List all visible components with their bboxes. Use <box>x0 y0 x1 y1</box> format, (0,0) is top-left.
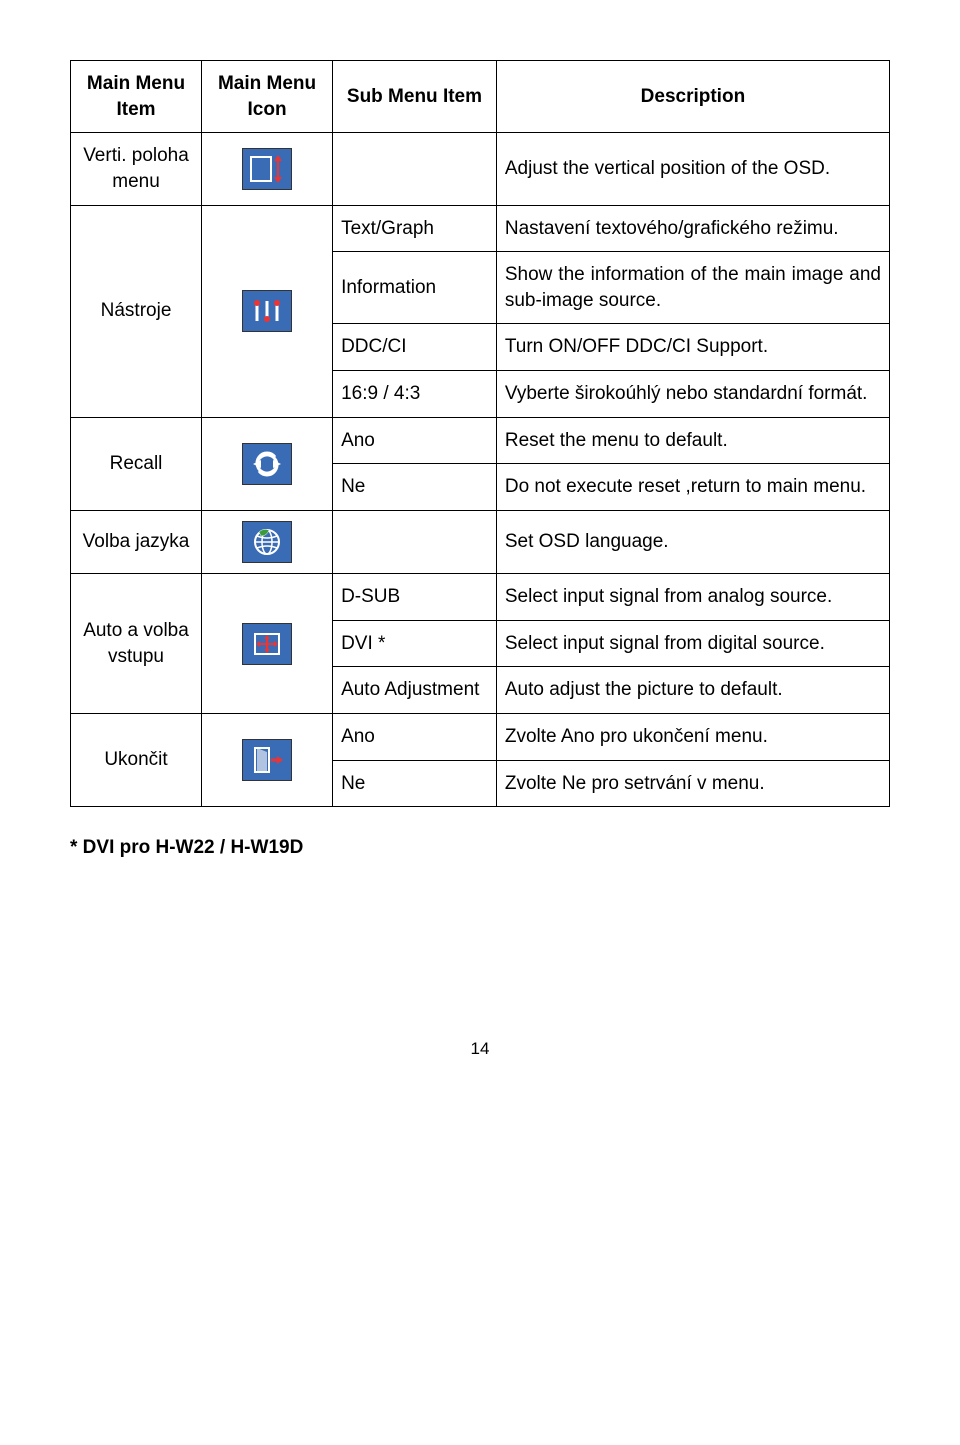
ukoncit-ano-sub: Ano <box>333 713 497 760</box>
auto-adjust-icon <box>242 623 292 665</box>
volba-item: Volba jazyka <box>71 511 202 574</box>
verti-desc: Adjust the vertical position of the OSD. <box>496 133 889 205</box>
recall-icon <box>242 443 292 485</box>
table-row: Volba jazyka Set OSD language. <box>71 511 890 574</box>
table-row: Ukončit Ano Zvolte Ano pro ukončení menu… <box>71 713 890 760</box>
recall-icon-cell <box>202 417 333 510</box>
textgraph-desc: Nastavení textového/grafického režimu. <box>496 205 889 252</box>
information-desc: Show the information of the main image a… <box>496 252 889 324</box>
dvi-sub: DVI * <box>333 620 497 667</box>
ukoncit-item: Ukončit <box>71 713 202 806</box>
aspect-desc: Vyberte širokoúhlý nebo standardní formá… <box>496 371 889 418</box>
ddcci-sub: DDC/CI <box>333 324 497 371</box>
autoadj-sub: Auto Adjustment <box>333 667 497 714</box>
col-header-description: Description <box>496 61 889 133</box>
nastroje-item: Nástroje <box>71 205 202 417</box>
volba-sub <box>333 511 497 574</box>
ukoncit-ne-desc: Zvolte Ne pro setrvání v menu. <box>496 760 889 807</box>
dsub-sub: D-SUB <box>333 574 497 621</box>
exit-icon <box>242 739 292 781</box>
col-header-main-icon: Main Menu Icon <box>202 61 333 133</box>
ukoncit-ne-sub: Ne <box>333 760 497 807</box>
nastroje-icon-cell <box>202 205 333 417</box>
aspect-sub: 16:9 / 4:3 <box>333 371 497 418</box>
verti-item: Verti. poloha menu <box>71 133 202 205</box>
footnote-text: * DVI pro H-W22 / H-W19D <box>70 837 890 859</box>
table-header-row: Main Menu Item Main Menu Icon Sub Menu I… <box>71 61 890 133</box>
recall-ano-sub: Ano <box>333 417 497 464</box>
volba-icon-cell <box>202 511 333 574</box>
auto-item: Auto a volba vstupu <box>71 574 202 714</box>
osd-menu-table: Main Menu Item Main Menu Icon Sub Menu I… <box>70 60 890 807</box>
textgraph-sub: Text/Graph <box>333 205 497 252</box>
auto-icon-cell <box>202 574 333 714</box>
table-row: Auto a volba vstupu D-SUB Sele <box>71 574 890 621</box>
volba-desc: Set OSD language. <box>496 511 889 574</box>
col-header-sub-item: Sub Menu Item <box>333 61 497 133</box>
recall-ne-sub: Ne <box>333 464 497 511</box>
ukoncit-ano-desc: Zvolte Ano pro ukončení menu. <box>496 713 889 760</box>
ukoncit-icon-cell <box>202 713 333 806</box>
language-icon <box>242 521 292 563</box>
table-row: Nástroje Text/Graph Nastavení textového/… <box>71 205 890 252</box>
autoadj-desc: Auto adjust the picture to default. <box>496 667 889 714</box>
recall-ano-desc: Reset the menu to default. <box>496 417 889 464</box>
verti-sub <box>333 133 497 205</box>
ddcci-desc: Turn ON/OFF DDC/CI Support. <box>496 324 889 371</box>
dvi-desc: Select input signal from digital source. <box>496 620 889 667</box>
col-header-main-item: Main Menu Item <box>71 61 202 133</box>
table-row: Verti. poloha menu Adjust the vertical p… <box>71 133 890 205</box>
recall-item: Recall <box>71 417 202 510</box>
vertical-position-icon <box>242 148 292 190</box>
dsub-desc: Select input signal from analog source. <box>496 574 889 621</box>
table-row: Recall Ano Reset the menu to default. <box>71 417 890 464</box>
tools-icon <box>242 290 292 332</box>
verti-icon-cell <box>202 133 333 205</box>
recall-ne-desc: Do not execute reset ,return to main men… <box>496 464 889 511</box>
information-sub: Information <box>333 252 497 324</box>
page-number: 14 <box>70 1039 890 1059</box>
